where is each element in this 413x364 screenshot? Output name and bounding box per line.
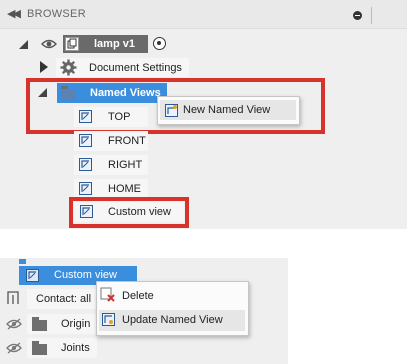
named-view-icon: [79, 158, 92, 171]
joints-label: Joints: [61, 342, 90, 354]
folder-icon: [32, 341, 47, 355]
view-label-right: RIGHT: [108, 159, 143, 171]
contact-icon: [5, 290, 21, 309]
folder-icon: [32, 317, 47, 331]
expand-arrow-icon[interactable]: [40, 61, 48, 73]
update-view-icon: [102, 313, 115, 326]
document-settings-label: Document Settings: [89, 62, 182, 74]
update-named-view-label: Update Named View: [122, 314, 223, 326]
collapse-icon[interactable]: ◀◀: [7, 7, 21, 20]
gear-icon: [60, 59, 77, 79]
contact-label: Contact: all: [36, 293, 92, 305]
delete-item[interactable]: Delete: [122, 290, 154, 302]
delete-icon: [100, 287, 116, 303]
named-view-icon: [79, 182, 92, 195]
browser-title: BROWSER: [27, 8, 86, 20]
eye-icon[interactable]: [41, 38, 57, 53]
named-view-icon: [79, 110, 92, 123]
browser-header: ◀◀ BROWSER: [0, 0, 407, 29]
highlight-box: [69, 197, 189, 228]
row-edge: [19, 259, 26, 264]
view-label-home: HOME: [108, 183, 141, 195]
custom-view-label: Custom view: [54, 269, 117, 281]
named-view-icon: [79, 134, 92, 147]
named-view-icon: [26, 269, 39, 282]
component-name: lamp v1: [94, 38, 135, 50]
pin-icon[interactable]: [353, 11, 362, 20]
expand-arrow-icon[interactable]: [19, 40, 28, 49]
eye-hidden-icon[interactable]: [6, 318, 22, 333]
component-icon: [65, 37, 79, 51]
eye-hidden-icon[interactable]: [6, 342, 22, 357]
header-divider: [371, 7, 372, 24]
highlight-box: [26, 78, 325, 134]
origin-label: Origin: [61, 318, 91, 330]
activate-radio-icon[interactable]: [153, 37, 166, 50]
view-label-top: TOP: [108, 111, 131, 123]
context-menu-2: Delete Update Named View: [96, 281, 249, 336]
view-label-front: FRONT: [108, 135, 146, 147]
